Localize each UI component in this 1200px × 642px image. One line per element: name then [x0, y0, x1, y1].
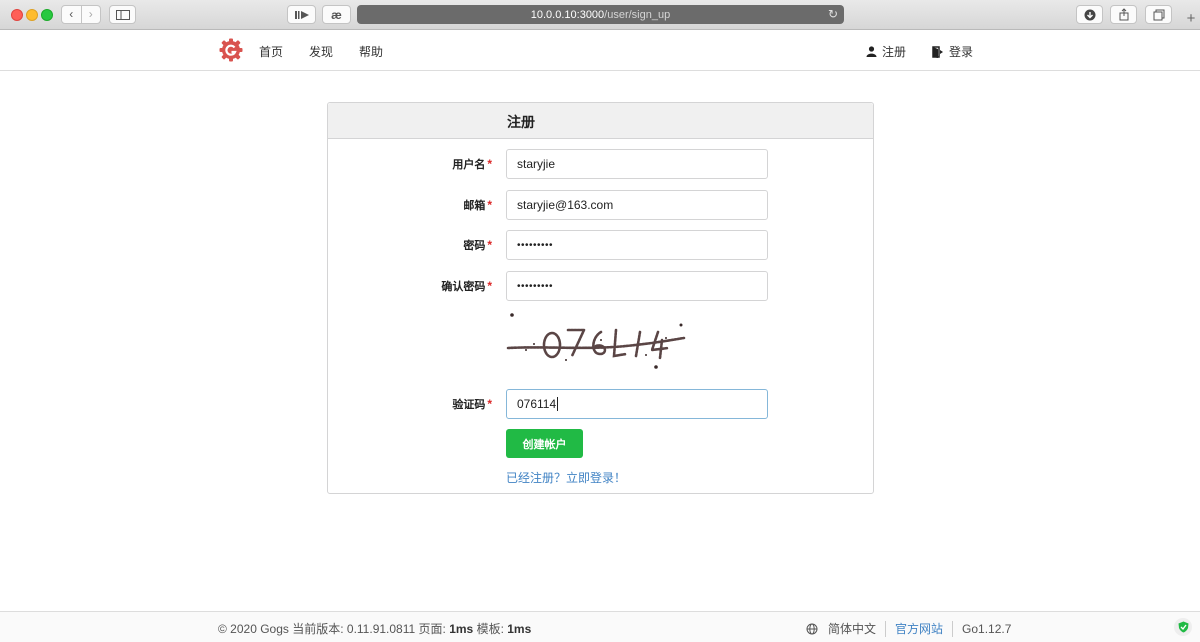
reload-icon[interactable]: ↻: [828, 7, 838, 21]
plus-icon: +: [1186, 10, 1196, 27]
login-label: 登录: [949, 45, 974, 59]
nav-help[interactable]: 帮助: [359, 43, 383, 60]
url-path: /user/sign_up: [604, 8, 671, 21]
password-input[interactable]: •••••••••: [506, 230, 768, 260]
address-bar[interactable]: 10.0.0.10:3000/user/sign_up ↻: [357, 5, 844, 24]
close-window-button[interactable]: [11, 9, 23, 21]
sign-in-icon: [932, 45, 943, 58]
new-tab-button[interactable]: +: [1182, 7, 1200, 30]
share-button[interactable]: [1110, 5, 1137, 24]
browser-toolbar: ‹ › æ 10.0.0.10:3000/user/sign_up ↻ +: [0, 0, 1200, 30]
globe-icon: [806, 623, 818, 634]
gogs-logo-icon[interactable]: [219, 38, 243, 62]
username-label: 用户名 *: [452, 157, 492, 171]
user-icon: [866, 46, 877, 57]
minimize-window-button[interactable]: [26, 9, 38, 21]
extension-shield-icon[interactable]: [1174, 618, 1192, 636]
share-icon: [1119, 8, 1128, 21]
sidebar-icon: [115, 9, 130, 20]
nav-home[interactable]: 首页: [259, 43, 283, 60]
already-registered-link[interactable]: 已经注册？立即登录！: [506, 469, 626, 486]
go-version: Go1.12.7: [962, 621, 1012, 636]
text-cursor: [557, 397, 559, 411]
back-icon[interactable]: ‹: [62, 6, 81, 23]
template-render-time: 1ms: [507, 622, 532, 636]
login-nav-link[interactable]: 登录: [932, 43, 973, 60]
captcha-image[interactable]: [506, 310, 696, 380]
captcha-label: 验证码 *: [452, 397, 492, 411]
page-render-time: 1ms: [449, 622, 474, 636]
create-account-button[interactable]: 创建帐户: [506, 429, 583, 458]
download-icon: [1084, 9, 1095, 20]
signup-form: 注册 用户名 * staryjie 邮箱 * staryjie@163.com 密码…: [327, 102, 874, 494]
email-label: 邮箱 *: [463, 198, 492, 212]
reader-button[interactable]: æ: [322, 5, 351, 24]
downloads-button[interactable]: [1076, 5, 1103, 24]
language-selector[interactable]: 简体中文: [828, 620, 876, 637]
email-input[interactable]: staryjie@163.com: [506, 190, 768, 220]
site-footer: © 2020 Gogs 当前版本: 0.11.91.0811 页面: 1ms 模…: [0, 611, 1200, 642]
history-nav-group: ‹ ›: [61, 5, 101, 24]
url-host: 10.0.0.10:3000: [530, 8, 605, 21]
password-label: 密码 *: [463, 238, 492, 252]
reader-icon: æ: [331, 7, 342, 22]
register-link[interactable]: 注册: [866, 43, 906, 60]
media-button[interactable]: [287, 5, 316, 24]
footer-divider: [952, 620, 954, 637]
footer-links: 简体中文 官方网站 Go1.12.7: [806, 620, 1011, 637]
confirm-password-input[interactable]: •••••••••: [506, 271, 768, 301]
sidebar-toggle-button[interactable]: [109, 5, 136, 24]
form-header: [328, 103, 873, 139]
official-site-link[interactable]: 官方网站: [895, 620, 943, 637]
forward-icon[interactable]: ›: [80, 6, 101, 23]
site-header: 首页 发现 帮助 注册 登录: [0, 31, 1200, 71]
captcha-input[interactable]: 076114: [506, 389, 768, 419]
footer-version-info: © 2020 Gogs 当前版本: 0.11.91.0811 页面: 1ms 模…: [218, 622, 532, 636]
confirm-password-label: 确认密码 *: [441, 279, 492, 293]
nav-explore[interactable]: 发现: [309, 43, 333, 60]
register-label: 注册: [882, 45, 907, 59]
tab-overview-button[interactable]: [1145, 5, 1172, 24]
username-input[interactable]: staryjie: [506, 149, 768, 179]
zoom-window-button[interactable]: [41, 9, 53, 21]
play-icon: [294, 10, 309, 19]
tabs-icon: [1153, 9, 1164, 20]
form-title: 注册: [507, 114, 535, 130]
footer-divider: [885, 620, 887, 637]
